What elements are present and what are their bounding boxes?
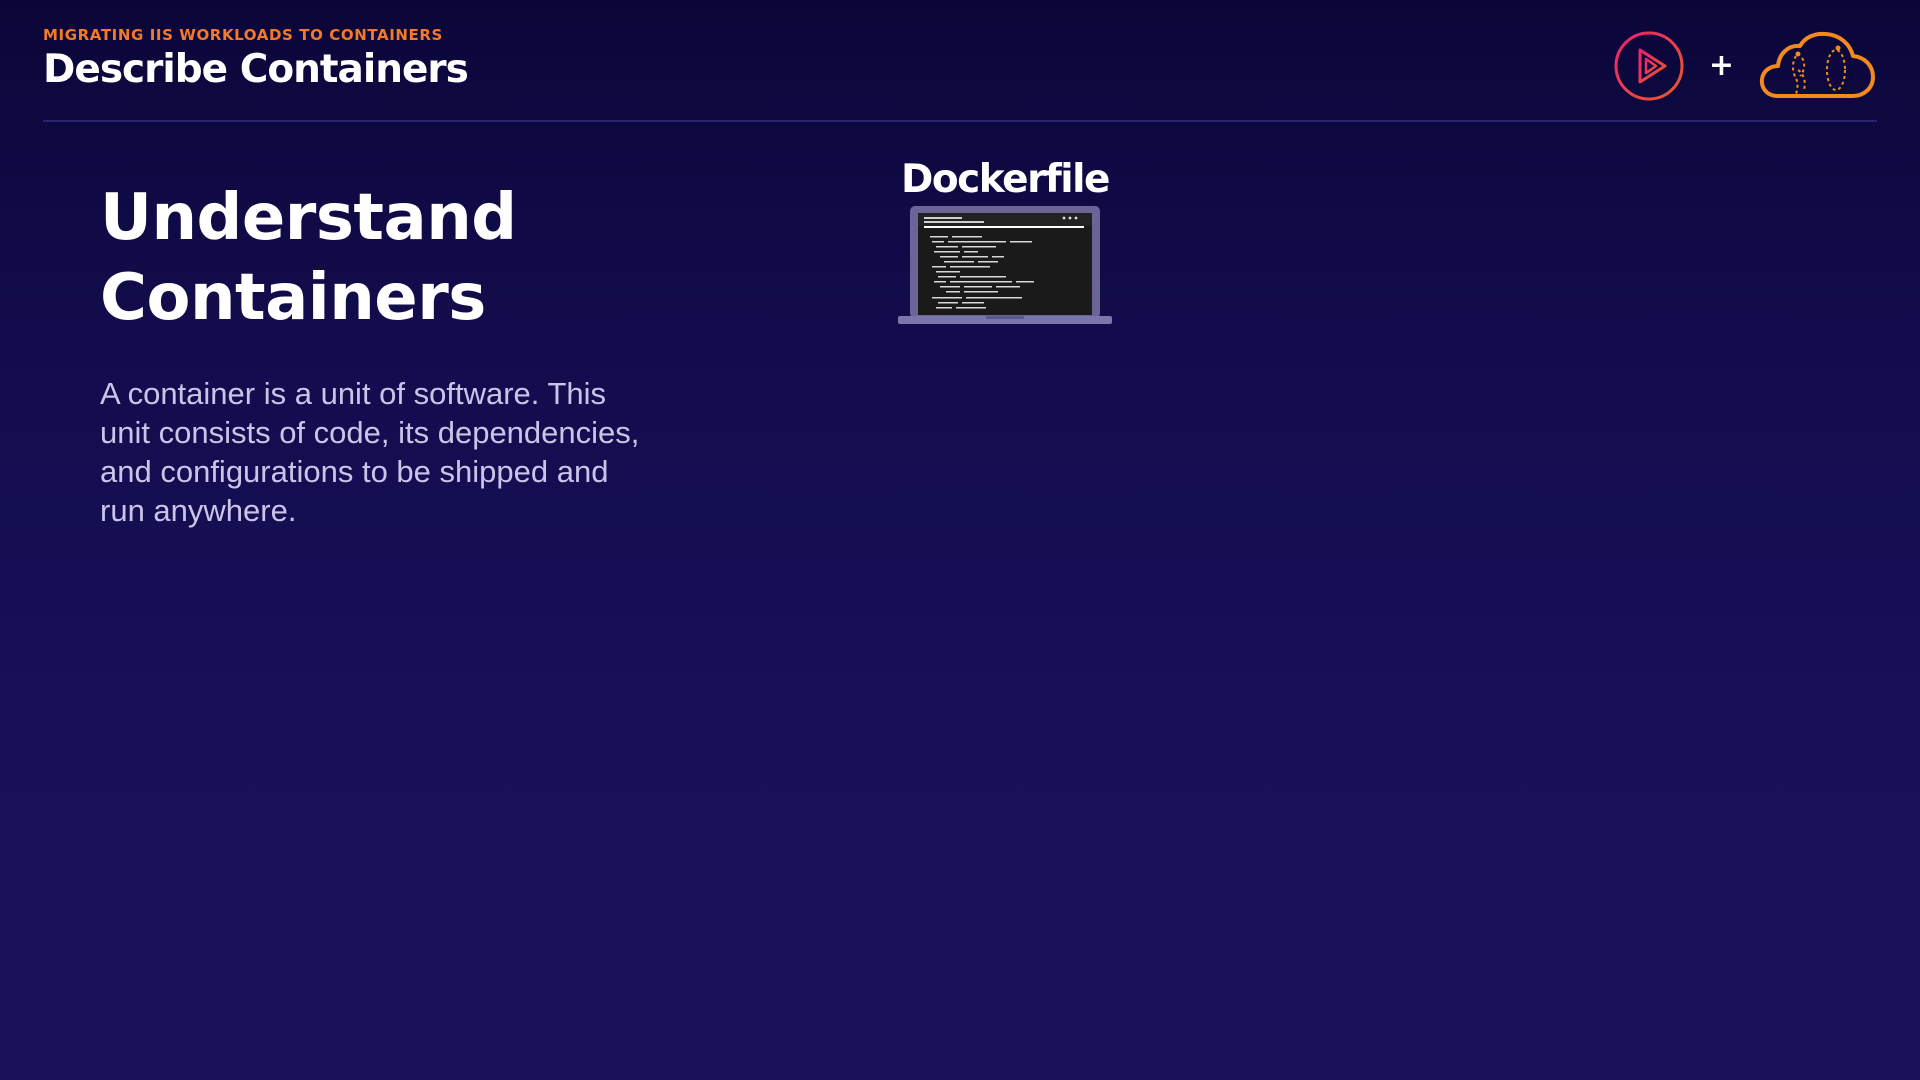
- logo-group: +: [1613, 28, 1876, 104]
- slide-heading: Understand Containers: [100, 181, 517, 335]
- dockerfile-label: Dockerfile: [900, 157, 1111, 202]
- cloud-logo-icon: [1759, 31, 1875, 98]
- laptop-terminal-icon: [898, 206, 1112, 324]
- module-title: Describe Containers: [43, 47, 469, 92]
- play-logo-icon: [1614, 31, 1684, 101]
- header-divider: [43, 120, 1877, 122]
- course-title: MIGRATING IIS WORKLOADS TO CONTAINERS: [43, 26, 443, 44]
- slide-header: MIGRATING IIS WORKLOADS TO CONTAINERS De…: [43, 26, 469, 93]
- slide-body-text: A container is a unit of software. This …: [100, 376, 640, 528]
- plus-sign: +: [1708, 48, 1734, 83]
